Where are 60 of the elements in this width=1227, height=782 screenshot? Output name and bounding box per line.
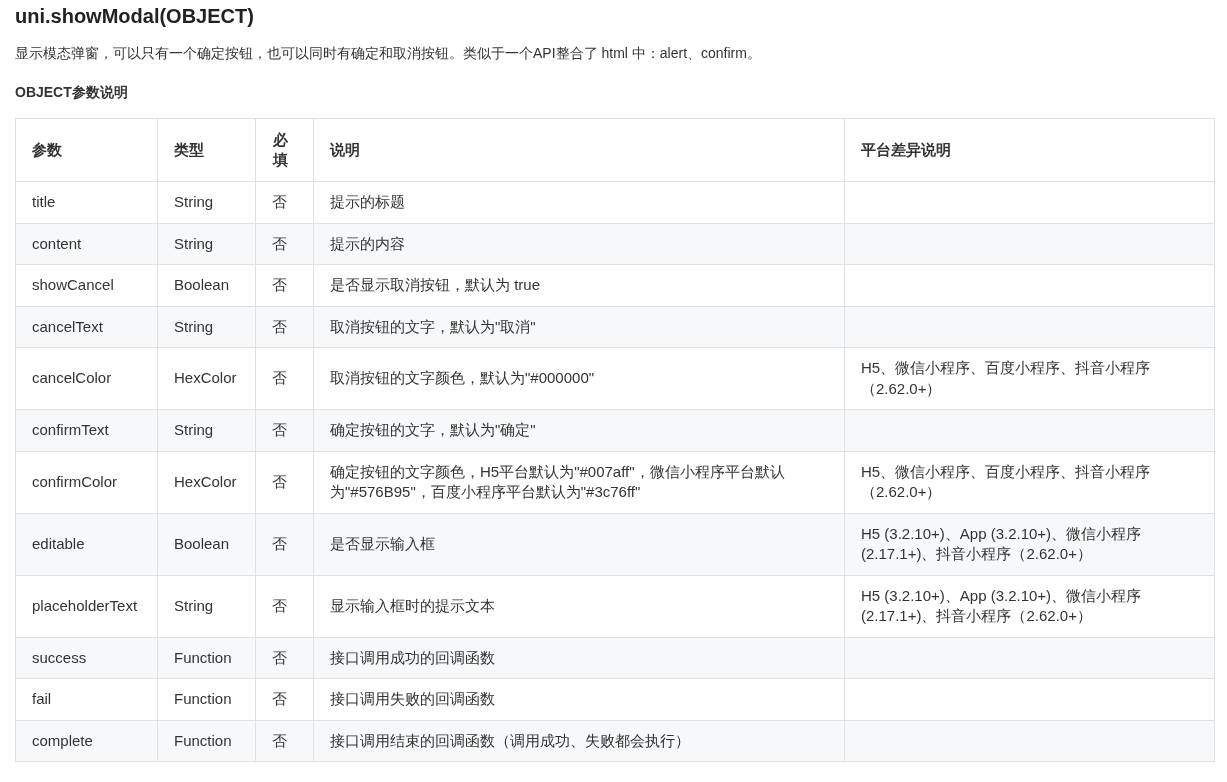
param-name: title [15, 181, 158, 223]
required-flag: 否 [255, 306, 314, 348]
param-type: String [157, 223, 256, 265]
param-name: complete [15, 720, 158, 762]
param-name: editable [15, 513, 158, 575]
param-type: String [157, 575, 256, 637]
required-flag: 否 [255, 451, 314, 513]
required-flag: 否 [255, 720, 314, 762]
param-description: 提示的内容 [313, 223, 845, 265]
param-description: 显示输入框时的提示文本 [313, 575, 845, 637]
param-type: HexColor [157, 347, 256, 410]
param-name: fail [15, 678, 158, 720]
param-description: 是否显示输入框 [313, 513, 845, 575]
required-flag: 否 [255, 513, 314, 575]
param-type: Boolean [157, 513, 256, 575]
param-name: placeholderText [15, 575, 158, 637]
param-type: Function [157, 637, 256, 679]
param-name: showCancel [15, 264, 158, 306]
param-description: 接口调用成功的回调函数 [313, 637, 845, 679]
required-flag: 否 [255, 264, 314, 306]
required-flag: 否 [255, 575, 314, 637]
page-title: uni.showModal(OBJECT) [15, 4, 255, 29]
description-text: 显示模态弹窗，可以只有一个确定按钮，也可以同时有确定和取消按钮。类似于一个API整合了 html 中：alert、confirm。 [15, 44, 762, 63]
param-description: 取消按钮的文字颜色，默认为"#000000" [313, 347, 845, 410]
param-type: Function [157, 720, 256, 762]
param-type: Function [157, 678, 256, 720]
param-description: 确定按钮的文字颜色，H5平台默认为"#007aff"，微信小程序平台默认为"#576B95"，百度小程序平台默认为"#3c76ff" [313, 451, 845, 513]
param-description: 是否显示取消按钮，默认为 true [313, 264, 845, 306]
column-header: 平台差异说明 [844, 118, 1215, 182]
param-name: cancelColor [15, 347, 158, 410]
platform-note: H5、微信小程序、百度小程序、抖音小程序（2.62.0+） [844, 451, 1215, 513]
required-flag: 否 [255, 223, 314, 265]
column-header: 必填 [255, 118, 314, 182]
param-type: String [157, 306, 256, 348]
platform-note: H5 (3.2.10+)、App (3.2.10+)、微信小程序 (2.17.1+)、抖音小程序（2.62.0+） [844, 513, 1215, 575]
column-header: 类型 [157, 118, 256, 182]
param-name: cancelText [15, 306, 158, 348]
param-description: 确定按钮的文字，默认为"确定" [313, 409, 845, 451]
param-name: confirmColor [15, 451, 158, 513]
column-header: 参数 [15, 118, 158, 182]
param-name: success [15, 637, 158, 679]
param-description: 接口调用失败的回调函数 [313, 678, 845, 720]
required-flag: 否 [255, 409, 314, 451]
param-description: 取消按钮的文字，默认为"取消" [313, 306, 845, 348]
param-description: 提示的标题 [313, 181, 845, 223]
required-flag: 否 [255, 637, 314, 679]
required-flag: 否 [255, 347, 314, 410]
param-type: HexColor [157, 451, 256, 513]
required-flag: 否 [255, 678, 314, 720]
param-description: 接口调用结束的回调函数（调用成功、失败都会执行） [313, 720, 845, 762]
param-name: confirmText [15, 409, 158, 451]
param-type: String [157, 181, 256, 223]
param-type: Boolean [157, 264, 256, 306]
section-heading: OBJECT参数说明 [15, 83, 129, 102]
param-name: content [15, 223, 158, 265]
platform-note: H5、微信小程序、百度小程序、抖音小程序（2.62.0+） [844, 347, 1215, 410]
param-type: String [157, 409, 256, 451]
required-flag: 否 [255, 181, 314, 223]
platform-note: H5 (3.2.10+)、App (3.2.10+)、微信小程序 (2.17.1+)、抖音小程序（2.62.0+） [844, 575, 1215, 637]
column-header: 说明 [313, 118, 845, 182]
